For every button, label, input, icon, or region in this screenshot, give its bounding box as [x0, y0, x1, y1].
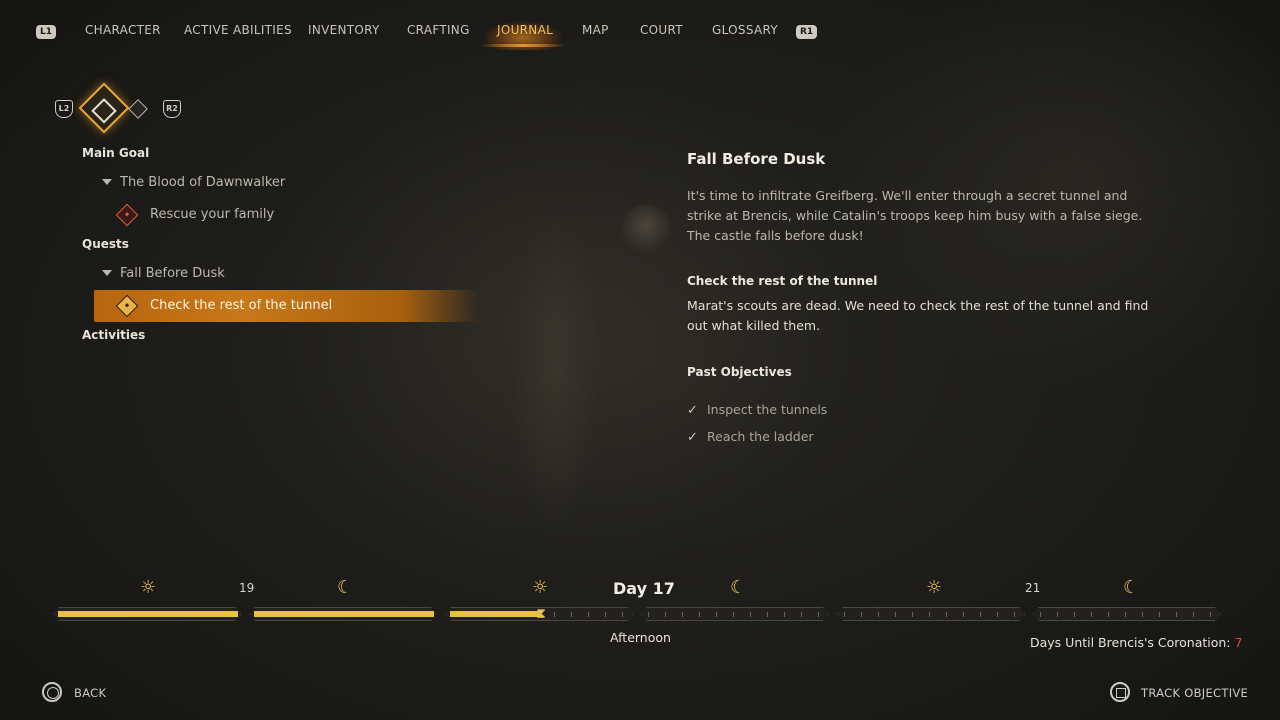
tab-map[interactable]: MAP	[582, 23, 609, 37]
tab-glossary[interactable]: GLOSSARY	[712, 23, 778, 37]
day-number-next: 21	[1025, 581, 1041, 595]
past-objectives-heading: Past Objectives	[687, 365, 792, 379]
caret-down-icon	[102, 178, 112, 185]
tab-active-abilities[interactable]: ACTIVE ABILITIES	[184, 23, 292, 37]
current-day-label: Day 17	[613, 579, 675, 598]
sun-icon: ☼	[532, 577, 549, 598]
timeline-segment	[249, 607, 437, 621]
quest-title: Fall Before Dusk	[687, 150, 826, 168]
main-goal-heading: Main Goal	[82, 146, 150, 160]
quest-description: It's time to infiltrate Greifberg. We'll…	[687, 188, 1143, 243]
activities-heading[interactable]: Activities	[82, 328, 145, 342]
coronation-countdown: Days Until Brencis's Coronation: 7	[1030, 635, 1242, 650]
tab-inventory[interactable]: INVENTORY	[308, 23, 380, 37]
quest-group-label: Fall Before Dusk	[120, 266, 225, 281]
l2-trigger-icon[interactable]: L2	[55, 100, 73, 118]
track-objective-button[interactable]: TRACK OBJECTIVE	[1141, 686, 1248, 700]
past-objective-item: ✓ Inspect the tunnels	[687, 402, 828, 418]
r2-trigger-icon[interactable]: R2	[163, 100, 181, 118]
timeline-ticks	[648, 612, 822, 617]
quest-group-blood-of-dawnwalker[interactable]: The Blood of Dawnwalker	[102, 175, 285, 190]
timeline-fill	[450, 611, 540, 617]
square-button-icon[interactable]	[1110, 682, 1130, 702]
tab-journal[interactable]: JOURNAL	[497, 23, 553, 37]
objective-rescue-family[interactable]: Rescue your family	[150, 207, 274, 222]
timeline-fill	[254, 611, 434, 617]
caret-down-icon	[102, 269, 112, 276]
quest-group-fall-before-dusk[interactable]: Fall Before Dusk	[102, 266, 225, 281]
quests-heading: Quests	[82, 237, 129, 251]
timeline-segment	[641, 607, 829, 621]
moon-icon: ☾	[337, 577, 354, 598]
background-statue	[490, 150, 620, 590]
r1-button-icon[interactable]: R1	[796, 25, 818, 39]
tab-crafting[interactable]: CRAFTING	[407, 23, 470, 37]
top-navigation: L1 CHARACTER ACTIVE ABILITIES INVENTORY …	[0, 0, 1280, 62]
objective-description: Marat's scouts are dead. We need to chec…	[687, 298, 1149, 333]
objective-title: Check the rest of the tunnel	[687, 274, 878, 288]
active-tab-underline	[480, 44, 566, 47]
background-skull	[622, 205, 670, 257]
checkmark-icon: ✓	[687, 430, 698, 445]
coronation-days: 7	[1234, 635, 1243, 650]
back-button[interactable]: BACK	[74, 686, 106, 700]
quest-group-label: The Blood of Dawnwalker	[120, 175, 286, 190]
tab-character[interactable]: CHARACTER	[85, 23, 161, 37]
time-of-day-label: Afternoon	[610, 630, 671, 645]
moon-icon: ☾	[1123, 577, 1140, 598]
timeline-ticks	[1040, 612, 1214, 617]
past-objective-item: ✓ Reach the ladder	[687, 429, 814, 445]
time-cursor-icon: ⧗	[536, 606, 546, 622]
sun-icon: ☼	[140, 577, 157, 598]
timeline-ticks	[844, 612, 1018, 617]
circle-button-icon[interactable]	[42, 682, 62, 702]
timeline-segment	[53, 607, 241, 621]
moon-icon: ☾	[730, 577, 747, 598]
timeline-segment	[1033, 607, 1221, 621]
timeline-fill	[58, 611, 238, 617]
objective-check-tunnel[interactable]: Check the rest of the tunnel	[150, 298, 332, 313]
l1-button-icon[interactable]: L1	[36, 25, 56, 39]
tab-court[interactable]: COURT	[640, 23, 683, 37]
checkmark-icon: ✓	[687, 403, 698, 418]
coronation-label: Days Until Brencis's Coronation:	[1030, 635, 1231, 650]
day-number-prev: 19	[239, 581, 255, 595]
timeline-segment	[837, 607, 1025, 621]
sun-icon: ☼	[926, 577, 943, 598]
